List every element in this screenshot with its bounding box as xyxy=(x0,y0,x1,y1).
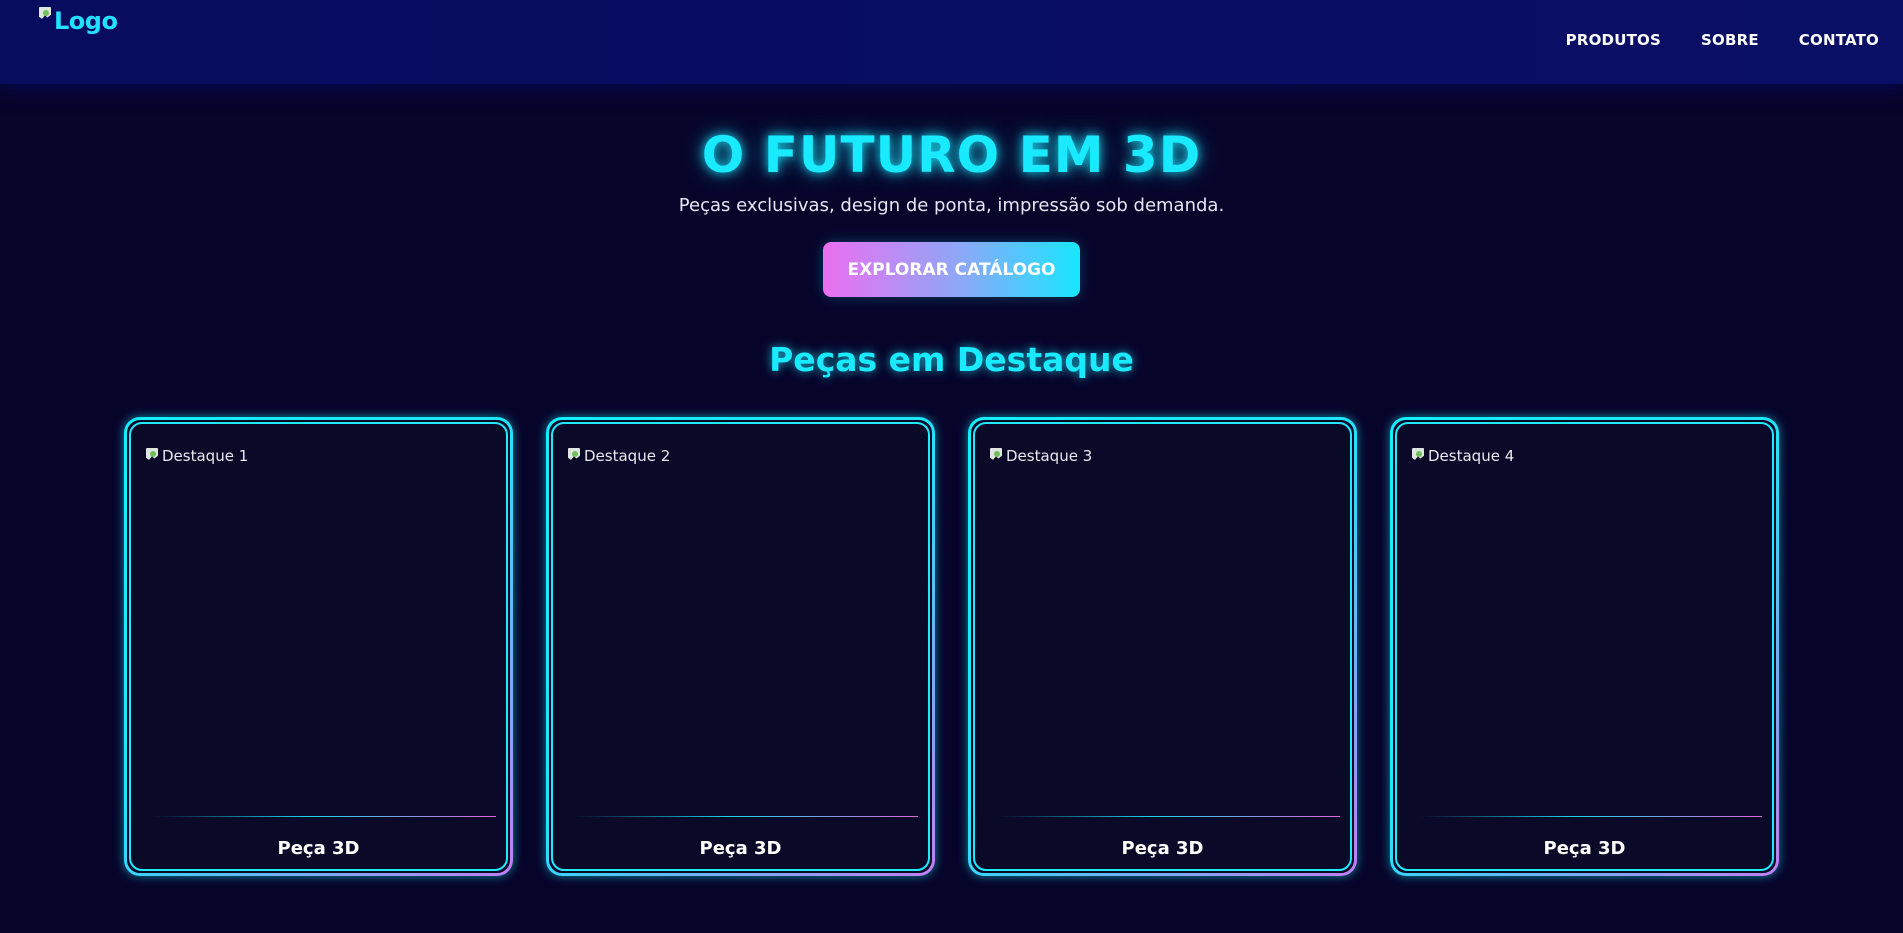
card-divider xyxy=(1419,816,1762,817)
product-card-body: Destaque 1 Peça 3D xyxy=(127,420,510,873)
broken-image-icon xyxy=(568,448,582,464)
product-card[interactable]: Destaque 2 Peça 3D xyxy=(546,417,935,876)
product-image: Destaque 4 xyxy=(1412,448,1764,808)
featured-cards: Destaque 1 Peça 3D Destaque 2 Peça 3D De… xyxy=(124,417,1780,876)
featured-section-title: Peças em Destaque xyxy=(769,340,1134,379)
product-title: Peça 3D xyxy=(1543,838,1626,859)
card-divider xyxy=(997,816,1340,817)
hero-subtitle: Peças exclusivas, design de ponta, impre… xyxy=(678,195,1225,216)
logo-link[interactable]: Logo xyxy=(39,7,118,35)
product-image: Destaque 2 xyxy=(568,448,920,808)
product-title: Peça 3D xyxy=(699,838,782,859)
main-nav: PRODUTOS SOBRE CONTATO xyxy=(1566,31,1879,49)
product-image-alt-text: Destaque 2 xyxy=(584,447,671,465)
card-divider xyxy=(575,816,918,817)
product-card-body: Destaque 2 Peça 3D xyxy=(549,420,932,873)
product-card[interactable]: Destaque 4 Peça 3D xyxy=(1390,417,1779,876)
product-image-alt-text: Destaque 1 xyxy=(162,447,249,465)
product-image: Destaque 1 xyxy=(146,448,498,808)
product-title: Peça 3D xyxy=(277,838,360,859)
product-image-alt-text: Destaque 3 xyxy=(1006,447,1093,465)
product-card-body: Destaque 4 Peça 3D xyxy=(1393,420,1776,873)
broken-image-icon xyxy=(990,448,1004,464)
hero-title: O FUTURO EM 3D xyxy=(701,126,1202,184)
product-image-alt-text: Destaque 4 xyxy=(1428,447,1515,465)
broken-image-icon xyxy=(39,7,53,23)
card-divider xyxy=(153,816,496,817)
broken-image-icon xyxy=(146,448,160,464)
nav-link-produtos[interactable]: PRODUTOS xyxy=(1566,31,1661,49)
explore-catalog-button[interactable]: EXPLORAR CATÁLOGO xyxy=(823,242,1080,297)
nav-link-sobre[interactable]: SOBRE xyxy=(1701,31,1759,49)
hero-section: O FUTURO EM 3D Peças exclusivas, design … xyxy=(0,122,1903,297)
navbar: Logo PRODUTOS SOBRE CONTATO xyxy=(0,0,1903,84)
product-image: Destaque 3 xyxy=(990,448,1342,808)
product-title: Peça 3D xyxy=(1121,838,1204,859)
logo-alt-text: Logo xyxy=(54,7,118,35)
broken-image-icon xyxy=(1412,448,1426,464)
nav-link-contato[interactable]: CONTATO xyxy=(1799,31,1879,49)
product-card[interactable]: Destaque 3 Peça 3D xyxy=(968,417,1357,876)
product-card[interactable]: Destaque 1 Peça 3D xyxy=(124,417,513,876)
product-card-body: Destaque 3 Peça 3D xyxy=(971,420,1354,873)
